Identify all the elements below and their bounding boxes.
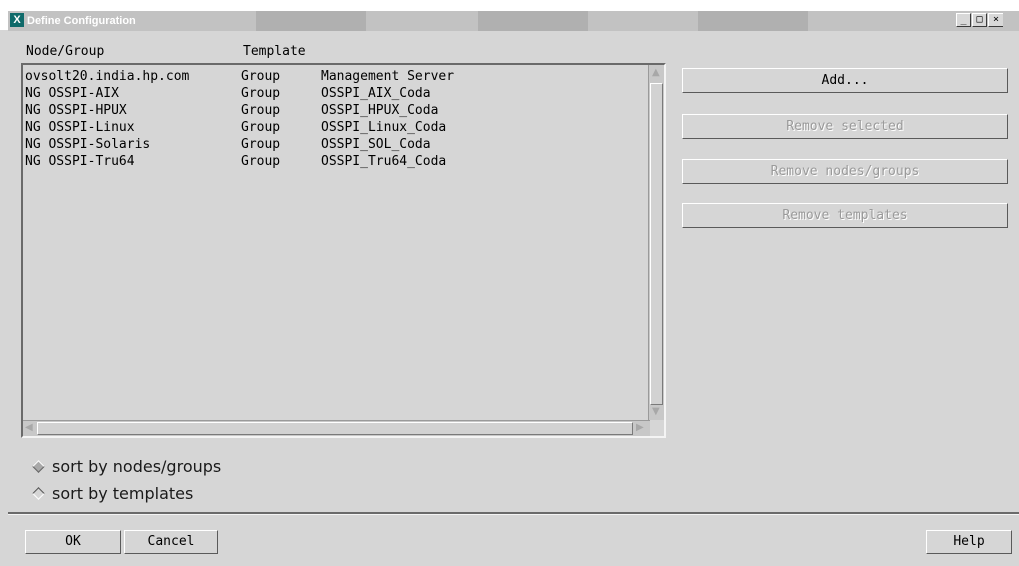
list-item-template: OSSPI_Linux_Coda <box>321 120 447 135</box>
list-item[interactable]: NG OSSPI-AIX Group OSSPI_AIX_Coda <box>23 86 431 102</box>
list-item-type: Group <box>241 154 281 169</box>
title-bar-segment <box>478 11 588 31</box>
add-button[interactable]: Add... <box>682 68 1008 93</box>
list-item-type: Group <box>241 103 281 118</box>
configuration-list[interactable]: ovsolt20.india.hp.com Group Management S… <box>21 63 666 438</box>
list-item[interactable]: NG OSSPI-Solaris Group OSSPI_SOL_Coda <box>23 137 431 153</box>
horizontal-scroll-thumb[interactable] <box>37 422 633 435</box>
list-item-node: ovsolt20.india.hp.com <box>25 69 190 84</box>
title-bar-segment <box>256 11 366 31</box>
column-header-node-group: Node/Group <box>26 44 105 59</box>
column-header-template: Template <box>243 44 306 59</box>
radio-diamond-selected-icon[interactable] <box>32 460 45 473</box>
list-item-template: OSSPI_Tru64_Coda <box>321 154 447 169</box>
list-item-node: NG OSSPI-AIX <box>25 86 119 101</box>
scroll-right-arrow-icon[interactable]: ▶ <box>636 422 644 434</box>
configuration-list-rows[interactable]: ovsolt20.india.hp.com Group Management S… <box>23 65 650 420</box>
footer-bar-inner: OK Cancel Help <box>8 514 1019 566</box>
sort-by-nodes-groups-label: sort by nodes/groups <box>52 457 222 476</box>
list-item[interactable]: NG OSSPI-Linux Group OSSPI_Linux_Coda <box>23 120 446 136</box>
maximize-icon[interactable]: □ <box>972 13 987 27</box>
list-item-template: OSSPI_SOL_Coda <box>321 137 431 152</box>
list-item-template: OSSPI_HPUX_Coda <box>321 103 439 118</box>
footer-bar: OK Cancel Help <box>8 512 1019 566</box>
title-bar-segment <box>698 11 808 31</box>
scroll-left-arrow-icon[interactable]: ◀ <box>25 422 33 434</box>
list-item[interactable]: ovsolt20.india.hp.com Group Management S… <box>23 69 454 85</box>
title-bar-strip[interactable] <box>8 11 1019 31</box>
list-item-node: NG OSSPI-Solaris <box>25 137 151 152</box>
cancel-button[interactable]: Cancel <box>124 530 218 554</box>
list-item[interactable]: NG OSSPI-HPUX Group OSSPI_HPUX_Coda <box>23 103 438 119</box>
list-item-type: Group <box>241 137 281 152</box>
list-item-type: Group <box>241 120 281 135</box>
radio-diamond-icon[interactable] <box>32 487 45 500</box>
close-icon[interactable]: × <box>988 13 1003 27</box>
horizontal-scrollbar[interactable]: ◀ ▶ <box>23 420 650 436</box>
remove-selected-button[interactable]: Remove selected <box>682 114 1008 139</box>
vertical-scrollbar[interactable]: ▲ ▼ <box>648 65 664 420</box>
scroll-down-arrow-icon[interactable]: ▼ <box>652 406 660 418</box>
remove-nodes-groups-button[interactable]: Remove nodes/groups <box>682 159 1008 184</box>
list-item-node: NG OSSPI-HPUX <box>25 103 127 118</box>
app-x-icon[interactable]: X <box>10 13 24 27</box>
remove-templates-button[interactable]: Remove templates <box>682 203 1008 228</box>
ok-button[interactable]: OK <box>25 530 121 554</box>
vertical-scroll-thumb[interactable] <box>650 83 663 405</box>
title-bar: X Define Configuration _ □ × <box>0 0 1019 31</box>
minimize-icon[interactable]: _ <box>956 13 971 27</box>
list-item-node: NG OSSPI-Linux <box>25 120 135 135</box>
list-item[interactable]: NG OSSPI-Tru64 Group OSSPI_Tru64_Coda <box>23 154 446 170</box>
list-item-type: Group <box>241 69 281 84</box>
window-title: Define Configuration <box>27 15 136 27</box>
list-item-template: Management Server <box>321 69 455 84</box>
scroll-up-arrow-icon[interactable]: ▲ <box>652 67 660 79</box>
list-item-type: Group <box>241 86 281 101</box>
list-item-template: OSSPI_AIX_Coda <box>321 86 431 101</box>
list-item-node: NG OSSPI-Tru64 <box>25 154 135 169</box>
sort-by-templates-label: sort by templates <box>52 484 194 503</box>
help-button[interactable]: Help <box>926 530 1012 554</box>
